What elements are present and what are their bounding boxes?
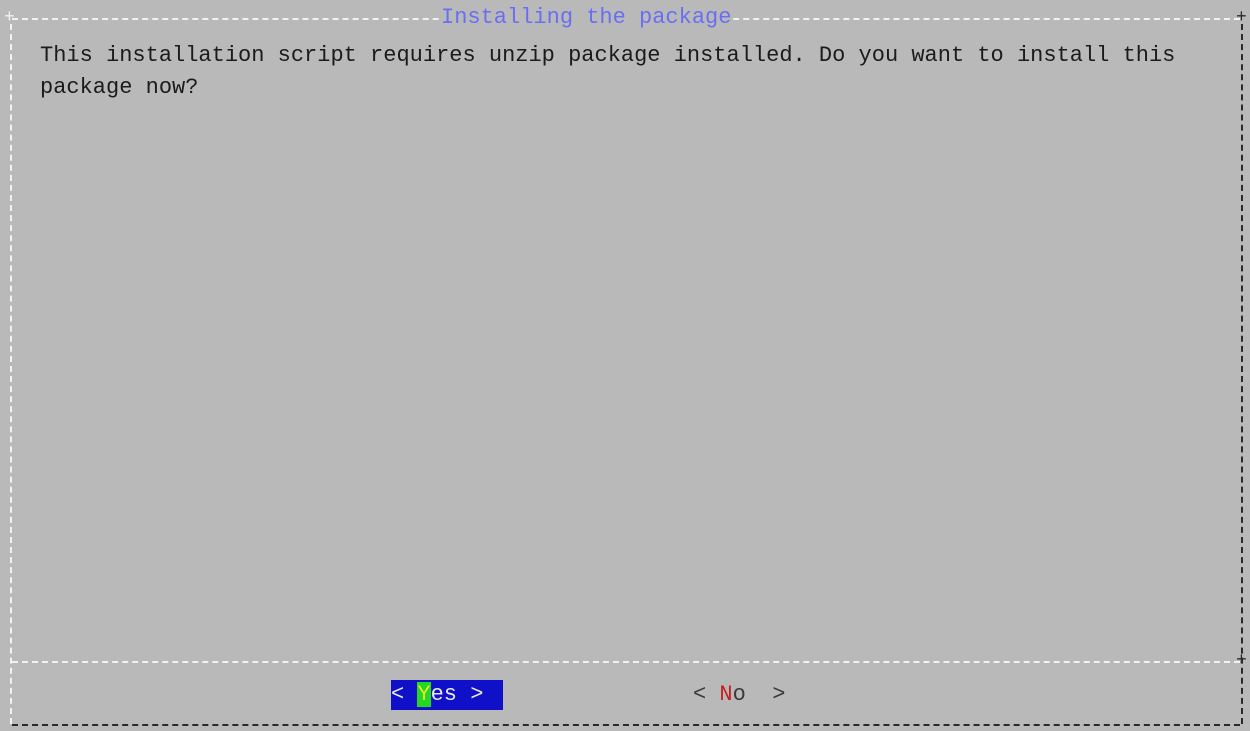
dialog-border-right bbox=[1241, 24, 1243, 724]
button-area-separator bbox=[12, 661, 1240, 663]
yes-button-label: es bbox=[430, 682, 458, 707]
dialog-border-left bbox=[10, 24, 12, 724]
yes-button-hotkey: Y bbox=[417, 682, 431, 707]
no-button-right-bracket: > bbox=[745, 682, 786, 707]
dialog-title: Installing the package bbox=[440, 5, 733, 31]
dialog-window: + + + Installing the package This instal… bbox=[0, 0, 1250, 731]
separator-corner-right: + bbox=[1236, 651, 1247, 671]
no-button-label: o bbox=[732, 682, 746, 707]
no-button-hotkey: N bbox=[719, 682, 733, 707]
dialog-border-bottom bbox=[12, 724, 1240, 726]
yes-button[interactable]: < Yes > bbox=[391, 680, 503, 710]
dialog-message: This installation script requires unzip … bbox=[40, 43, 1189, 100]
no-button[interactable]: < No > bbox=[693, 680, 785, 710]
no-button-left-bracket: < bbox=[693, 682, 720, 707]
yes-button-right-bracket: > bbox=[457, 682, 484, 707]
yes-button-left-bracket: < bbox=[391, 682, 418, 707]
